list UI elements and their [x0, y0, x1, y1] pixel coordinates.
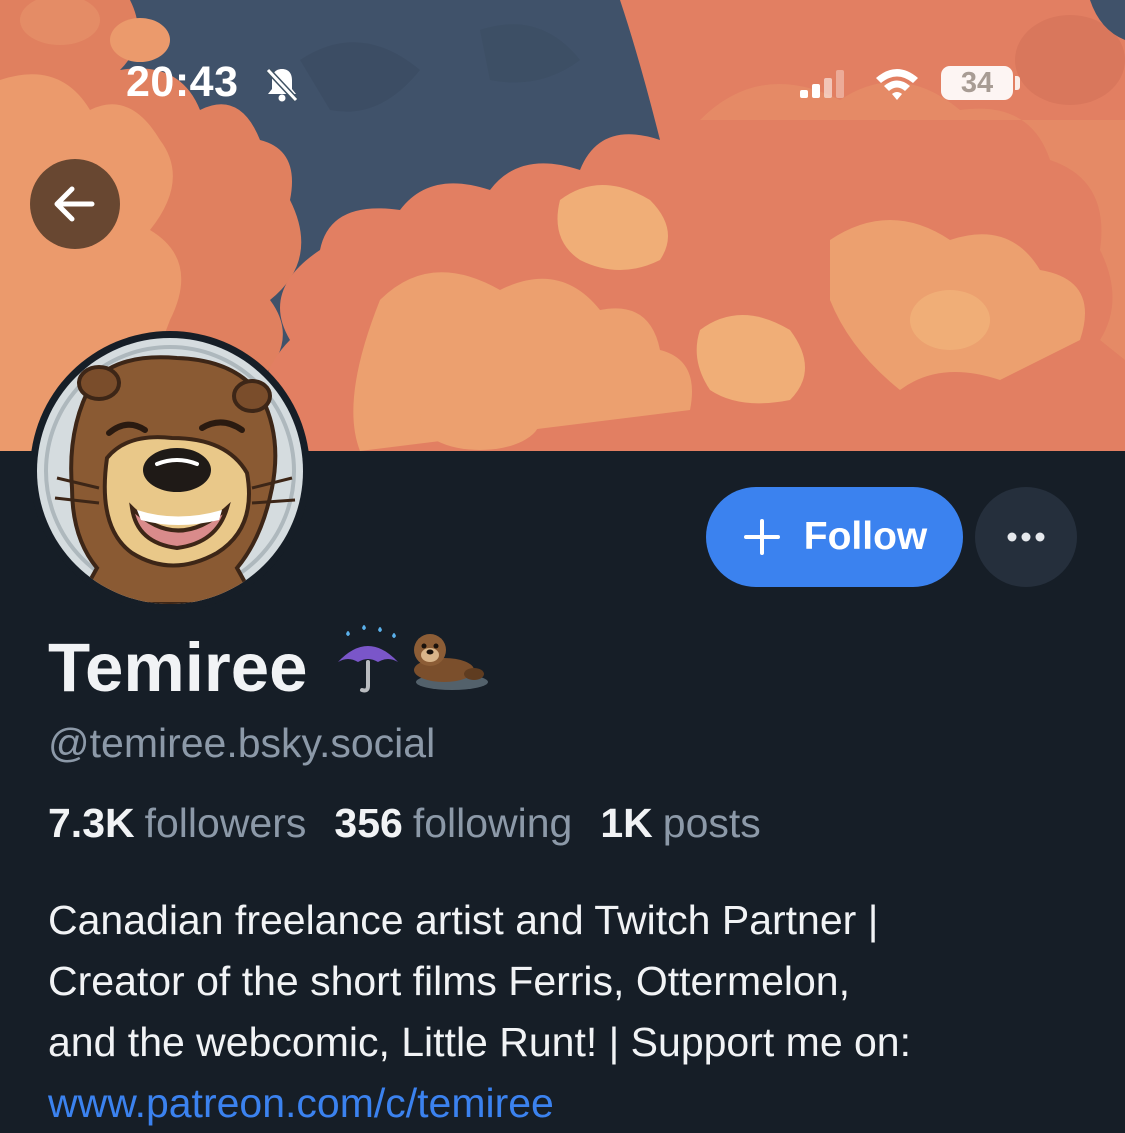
- arrow-left-icon: [54, 186, 95, 222]
- display-name: Temiree: [48, 624, 492, 710]
- following-count: 356: [334, 800, 403, 846]
- profile-handle[interactable]: @temiree.bsky.social: [48, 720, 435, 767]
- follow-button[interactable]: Follow: [706, 487, 963, 587]
- bio-line: Canadian freelance artist and Twitch Par…: [48, 897, 879, 943]
- plus-icon: [743, 519, 780, 555]
- battery-level: 34: [960, 67, 994, 99]
- back-button[interactable]: [30, 159, 120, 249]
- bio-line: and the webcomic, Little Runt! | Support…: [48, 1019, 912, 1065]
- followers-label: followers: [144, 800, 307, 846]
- followers-count: 7.3K: [48, 800, 135, 846]
- follow-label: Follow: [803, 515, 928, 558]
- otter-avatar-image: [37, 338, 303, 604]
- profile-screen: 20:43 34 Follow Temiree @temiree.bsky.so…: [0, 0, 1125, 1133]
- signal-icon: [800, 70, 844, 98]
- stat-posts: 1K posts: [600, 800, 760, 847]
- following-label: following: [412, 800, 573, 846]
- battery-icon: 34: [941, 66, 1013, 100]
- bell-slash-icon: [265, 67, 299, 103]
- battery-cap: [1015, 76, 1020, 90]
- ellipsis-icon: [1007, 532, 1045, 542]
- posts-label: posts: [662, 800, 761, 846]
- stat-following[interactable]: 356 following: [334, 800, 572, 847]
- profile-stats: 7.3K followers 356 following 1K posts: [48, 800, 789, 847]
- patreon-link[interactable]: www.patreon.com/c/temiree: [48, 1080, 554, 1126]
- more-options-button[interactable]: [975, 487, 1077, 587]
- display-name-text: Temiree: [48, 628, 308, 706]
- name-emoji: [332, 624, 492, 710]
- stat-followers[interactable]: 7.3K followers: [48, 800, 306, 847]
- bio-line: Creator of the short films Ferris, Otter…: [48, 958, 851, 1004]
- umbrella-otter-emoji-icon: [337, 625, 488, 693]
- wifi-icon: [876, 69, 918, 100]
- profile-bio: Canadian freelance artist and Twitch Par…: [48, 890, 1088, 1133]
- avatar[interactable]: [30, 331, 310, 611]
- posts-count: 1K: [600, 800, 653, 846]
- status-time: 20:43: [126, 58, 239, 106]
